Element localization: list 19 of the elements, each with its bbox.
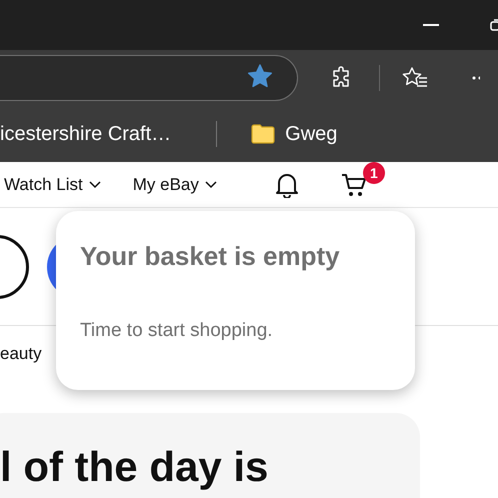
nav-link[interactable]: Watch List <box>4 174 101 194</box>
favorite-star-icon[interactable] <box>247 64 273 88</box>
bookmark-link[interactable]: icestershire Craft… <box>0 122 172 146</box>
nav-link[interactable]: My eBay <box>132 174 217 194</box>
bookmark-folder[interactable]: Gweg <box>251 122 338 146</box>
category-link[interactable]: eauty <box>0 344 42 364</box>
bell-icon <box>274 172 299 198</box>
address-bar[interactable] <box>0 55 298 101</box>
notifications-button[interactable] <box>274 172 299 198</box>
cart-count-badge: 1 <box>362 162 385 184</box>
more-icon <box>472 76 480 80</box>
popup-title: Your basket is empty <box>80 241 341 272</box>
deal-heading: l of the day is <box>0 443 270 491</box>
cart-button[interactable] <box>340 172 367 198</box>
cart-icon <box>340 172 367 198</box>
folder-icon <box>251 124 276 144</box>
more-button[interactable] <box>472 76 480 80</box>
popup-message: Time to start shopping. <box>80 320 274 342</box>
minimize-icon <box>423 24 439 26</box>
